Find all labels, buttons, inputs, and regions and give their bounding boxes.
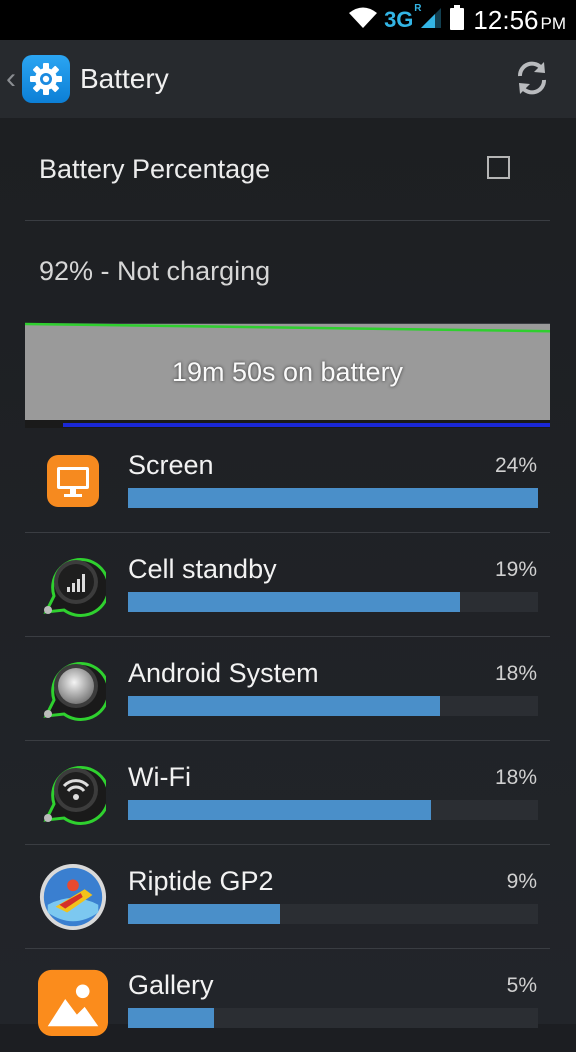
action-bar: ‹ Battery	[0, 40, 576, 119]
time-on-battery-label: 19m 50s on battery	[171, 356, 404, 387]
usage-bar-track	[128, 488, 538, 508]
refresh-button[interactable]	[512, 58, 552, 98]
usage-bar-fill	[128, 592, 461, 612]
usage-bar-fill	[128, 696, 440, 716]
usage-percent: 18%	[494, 766, 537, 789]
usage-bar-track	[128, 1008, 538, 1028]
wifi-on-strip	[63, 423, 550, 427]
usage-row-screen[interactable]: Screen 24%	[25, 428, 550, 533]
usage-name: Gallery	[128, 970, 214, 1000]
usage-bar-track	[128, 904, 538, 924]
network-type-indicator: 3G R	[384, 3, 422, 32]
battery-status-row: 92% - Not charging	[25, 220, 550, 324]
usage-row-riptide-gp2[interactable]: Riptide GP2 9%	[25, 844, 550, 949]
usage-percent: 24%	[494, 454, 537, 477]
battery-history-graph[interactable]: 19m 50s on battery	[25, 322, 550, 420]
usage-row-cell-standby[interactable]: Cell standby 19%	[25, 532, 550, 637]
usage-row-android-system[interactable]: Android System 18%	[25, 636, 550, 741]
wifi-icon	[38, 758, 108, 828]
usage-bar-track	[128, 696, 538, 716]
usage-bar-fill	[128, 904, 280, 924]
refresh-icon	[517, 61, 547, 95]
usage-bar-fill	[128, 800, 432, 820]
usage-row-gallery[interactable]: Gallery 5%	[25, 948, 550, 1052]
usage-percent: 5%	[506, 974, 537, 997]
settings-gear-icon[interactable]	[22, 55, 70, 103]
battery-status-text: 92% - Not charging	[39, 256, 271, 286]
usage-bar-fill	[128, 1008, 215, 1028]
usage-name: Riptide GP2	[128, 866, 274, 896]
gallery-icon	[38, 966, 108, 1036]
screen-icon	[38, 446, 108, 516]
status-bar: 3G R 12:56 PM	[0, 0, 576, 40]
usage-percent: 19%	[494, 558, 537, 581]
page-title: Battery	[80, 63, 169, 94]
usage-name: Screen	[128, 450, 214, 480]
usage-name: Wi-Fi	[128, 762, 191, 792]
usage-bar-track	[128, 800, 538, 820]
battery-percentage-setting[interactable]: Battery Percentage	[25, 118, 550, 221]
wifi-status-icon	[348, 6, 378, 35]
usage-name: Android System	[128, 658, 319, 688]
usage-percent: 9%	[506, 870, 537, 893]
usage-bar-track	[128, 592, 538, 612]
battery-status-icon	[449, 4, 465, 36]
battery-percentage-checkbox[interactable]	[487, 156, 510, 179]
clock: 12:56 PM	[473, 4, 566, 35]
usage-bar-fill	[128, 488, 538, 508]
back-caret-icon[interactable]: ‹	[6, 62, 20, 96]
signal-strength-icon	[419, 6, 443, 35]
battery-percentage-label: Battery Percentage	[39, 153, 271, 184]
graph-status-strip	[25, 420, 550, 428]
usage-percent: 18%	[494, 662, 537, 685]
usage-row-wifi[interactable]: Wi-Fi 18%	[25, 740, 550, 845]
riptide-gp2-icon	[38, 862, 108, 932]
usage-name: Cell standby	[128, 554, 277, 584]
battery-content: Battery Percentage 92% - Not charging 19…	[0, 118, 576, 1036]
android-system-icon	[38, 654, 108, 724]
cell-signal-icon	[38, 550, 108, 620]
